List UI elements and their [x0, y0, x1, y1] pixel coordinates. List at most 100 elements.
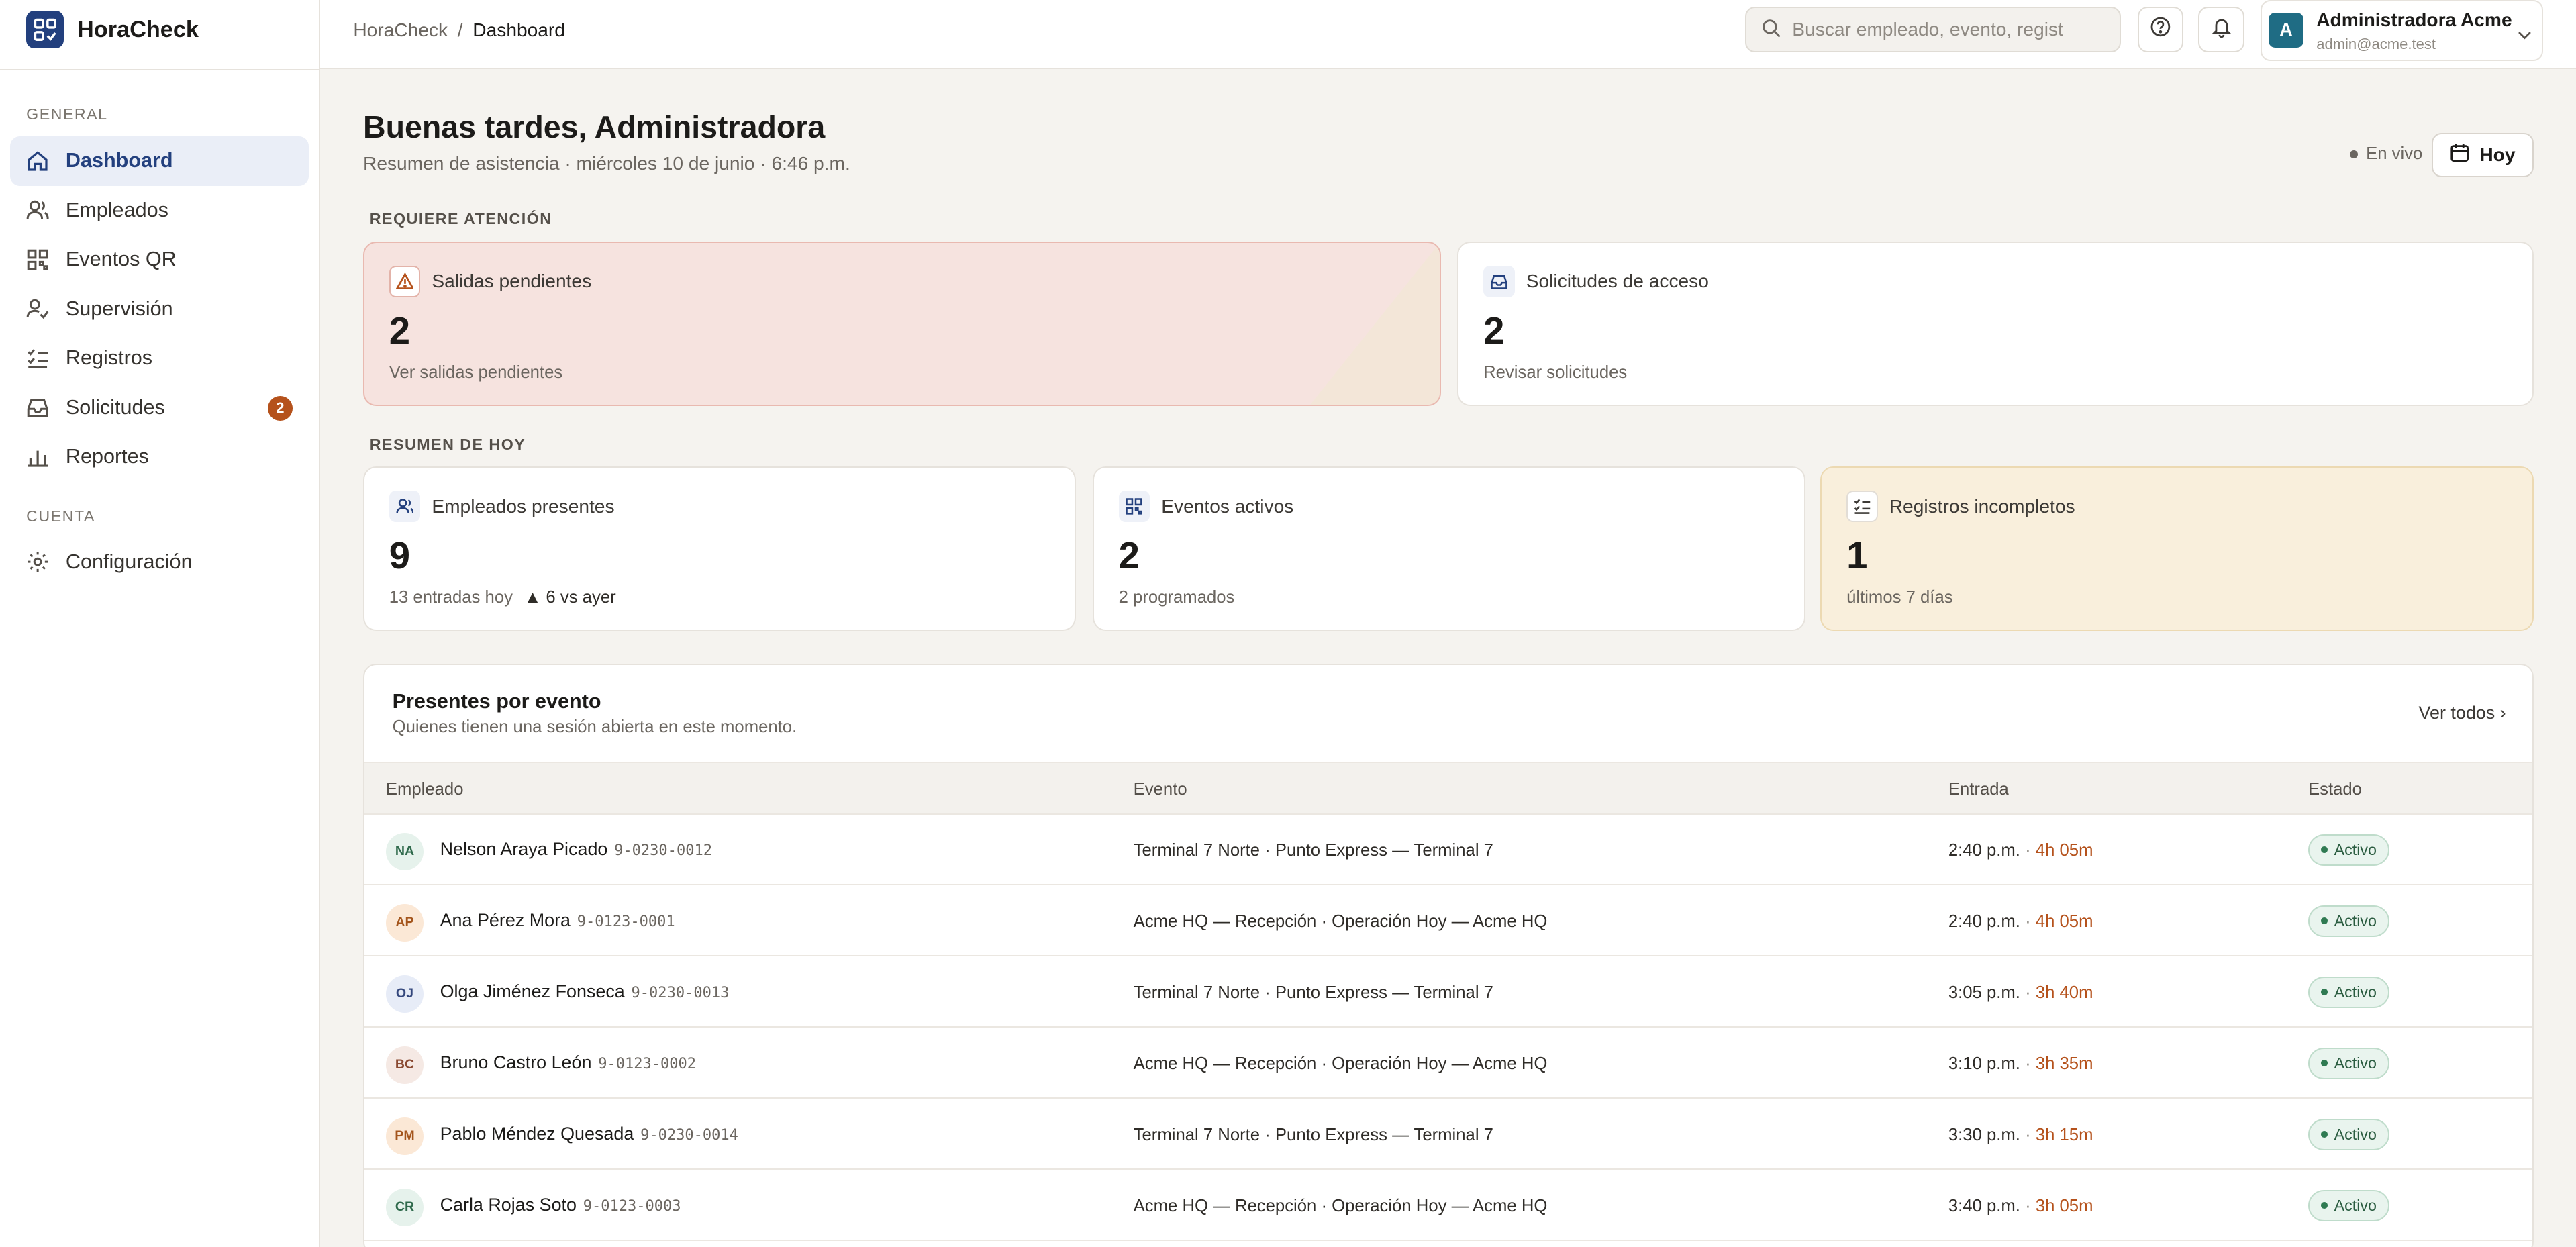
table-row[interactable]: BC Bruno Castro León 9-0123-0002 Acme HQ — …: [364, 1028, 2532, 1099]
entry-duration: 3h 40m: [2035, 983, 2093, 1002]
today-label: Hoy: [2479, 144, 2516, 166]
entry-duration: 3h 35m: [2035, 1054, 2093, 1073]
column-header-empleado[interactable]: Empleado: [386, 780, 464, 799]
status-dot-icon: [2321, 1060, 2328, 1067]
today-button[interactable]: Hoy: [2432, 133, 2534, 178]
card-header: Registros incompletos: [1846, 491, 2075, 522]
entry-separator: ·: [2020, 1125, 2036, 1144]
card-corner-decoration: [1310, 242, 1440, 405]
employee-name: Pablo Méndez Quesada: [440, 1124, 634, 1144]
calendar-icon: [2450, 143, 2469, 167]
entry-time: 3:30 p.m.: [1948, 1125, 2020, 1144]
sidebar-item-configuracion[interactable]: Configuración: [10, 537, 309, 586]
card-footer-text: 13 entradas hoy: [389, 587, 513, 607]
card-header: Salidas pendientes: [389, 266, 591, 297]
sidebar-item-label: Solicitudes: [65, 395, 165, 419]
access-requests-card[interactable]: Solicitudes de acceso 2 Revisar solicitu…: [1457, 241, 2534, 406]
view-all-link[interactable]: Ver todos ›: [2419, 703, 2506, 724]
table-title: Presentes por evento: [392, 689, 601, 713]
sidebar-item-label: Registros: [65, 346, 153, 370]
table-row[interactable]: CR Carla Rojas Soto 9-0123-0003 Acme HQ — R…: [364, 1170, 2532, 1241]
employee-cell[interactable]: Nelson Araya Picado 9-0230-0012: [440, 839, 712, 860]
sidebar-item-registros[interactable]: Registros: [10, 334, 309, 383]
solicitudes-count-badge: 2: [268, 395, 293, 421]
entry-time: 3:10 p.m.: [1948, 1054, 2020, 1073]
breadcrumb-root[interactable]: HoraCheck: [353, 19, 448, 41]
breadcrumb: HoraCheck / Dashboard: [353, 19, 565, 41]
card-header: Eventos activos: [1118, 491, 1293, 522]
search-input[interactable]: [1792, 19, 2105, 41]
card-footer-link[interactable]: Revisar solicitudes: [1483, 363, 1627, 383]
employee-cell[interactable]: Pablo Méndez Quesada 9-0230-0014: [440, 1124, 738, 1144]
entry-separator: ·: [2020, 911, 2036, 931]
sidebar-item-label: Dashboard: [65, 149, 173, 172]
column-header-evento[interactable]: Evento: [1134, 780, 1187, 799]
event-cell: Acme HQ — Recepción · Operación Hoy — Ac…: [1133, 911, 1548, 931]
column-header-estado[interactable]: Estado: [2308, 780, 2362, 799]
status-badge: Activo: [2308, 834, 2390, 866]
live-indicator: En vivo: [2349, 144, 2422, 164]
user-menu[interactable]: A Administradora Acme admin@acme.test: [2261, 0, 2544, 61]
sidebar-divider: [0, 68, 321, 71]
status-label: Activo: [2334, 911, 2377, 930]
page-title: Buenas tardes, Administradora: [363, 109, 826, 144]
entry-time: 2:40 p.m.: [1948, 911, 2020, 931]
gear-icon: [26, 550, 49, 573]
status-dot-icon: [2321, 989, 2328, 996]
logo-icon: [26, 10, 64, 49]
table-header: Empleado Evento Entrada Estado: [364, 762, 2532, 815]
sidebar-item-empleados[interactable]: Empleados: [10, 186, 309, 235]
incomplete-records-card[interactable]: Registros incompletos 1 últimos 7 días: [1820, 466, 2534, 632]
table-row[interactable]: AP Ana Pérez Mora 9-0123-0001 Acme HQ — Rec…: [364, 886, 2532, 956]
column-header-entrada[interactable]: Entrada: [1948, 780, 2009, 799]
card-title: Salidas pendientes: [432, 270, 592, 292]
entry-separator: ·: [2020, 840, 2036, 860]
bar-chart-icon: [26, 445, 49, 468]
breadcrumb-current: Dashboard: [473, 19, 565, 41]
employee-cell[interactable]: Ana Pérez Mora 9-0123-0001: [440, 910, 675, 931]
entry-time: 3:05 p.m.: [1948, 983, 2020, 1002]
sidebar-item-label: Eventos QR: [65, 248, 177, 271]
table-row[interactable]: OJ Olga Jiménez Fonseca 9-0230-0013 Termina…: [364, 957, 2532, 1028]
employee-initials-avatar: PM: [385, 1117, 424, 1155]
entry-duration: 4h 05m: [2035, 840, 2093, 860]
users-icon: [389, 491, 421, 522]
active-events-card[interactable]: Eventos activos 2 2 programados: [1092, 466, 1806, 632]
live-dot-icon: [2349, 150, 2358, 159]
entry-separator: ·: [2020, 1196, 2036, 1215]
employee-cell[interactable]: Olga Jiménez Fonseca 9-0230-0013: [440, 981, 730, 1002]
sidebar-item-solicitudes[interactable]: Solicitudes 2: [10, 383, 309, 432]
table-row[interactable]: PM Pablo Méndez Quesada 9-0230-0014 Termina…: [364, 1099, 2532, 1170]
employee-name: Bruno Castro León: [440, 1052, 592, 1073]
sidebar-item-dashboard[interactable]: Dashboard: [9, 136, 309, 186]
sidebar-item-eventos-qr[interactable]: Eventos QR: [10, 235, 309, 284]
app-window: HoraCheck GENERAL Dashboard Empleados Ev…: [0, 0, 2576, 1247]
employee-cell[interactable]: Bruno Castro León 9-0123-0002: [440, 1052, 696, 1073]
help-button[interactable]: [2137, 6, 2184, 53]
brand[interactable]: HoraCheck: [26, 10, 199, 50]
user-name: Administradora Acme: [2316, 9, 2512, 31]
card-value: 2: [389, 309, 411, 352]
notifications-button[interactable]: [2198, 6, 2244, 53]
present-employees-card[interactable]: Empleados presentes 9 13 entradas hoy ▲ …: [363, 466, 1077, 632]
entry-duration: 3h 05m: [2035, 1196, 2093, 1215]
topbar: HoraCheck / Dashboard A Administradora A…: [320, 0, 2576, 69]
search-box[interactable]: [1744, 6, 2122, 53]
card-title: Registros incompletos: [1889, 495, 2075, 517]
card-footer-link[interactable]: Ver salidas pendientes: [389, 363, 562, 383]
breadcrumb-separator: /: [457, 19, 463, 41]
table-row[interactable]: NA Nelson Araya Picado 9-0230-0012 Terminal…: [364, 815, 2532, 885]
entry-cell: 3:40 p.m. · 3h 05m: [1948, 1197, 2093, 1216]
sidebar-item-reportes[interactable]: Reportes: [10, 432, 309, 481]
sidebar-item-supervision[interactable]: Supervisión: [10, 285, 309, 334]
presence-table-card: Presentes por evento Quienes tienen una …: [363, 663, 2534, 1247]
card-value: 1: [1846, 534, 1868, 577]
help-icon: [2150, 15, 2171, 44]
employee-cell[interactable]: Carla Rojas Soto 9-0123-0003: [440, 1195, 681, 1215]
card-footer: 2 programados: [1118, 587, 1235, 607]
pending-exits-card[interactable]: Salidas pendientes 2 Ver salidas pendien…: [363, 241, 1441, 406]
employee-id: 9-0230-0013: [631, 985, 730, 1002]
page-subtitle: Resumen de asistencia · miércoles 10 de …: [363, 152, 850, 174]
card-footer: últimos 7 días: [1846, 587, 1953, 607]
home-icon: [26, 150, 49, 172]
